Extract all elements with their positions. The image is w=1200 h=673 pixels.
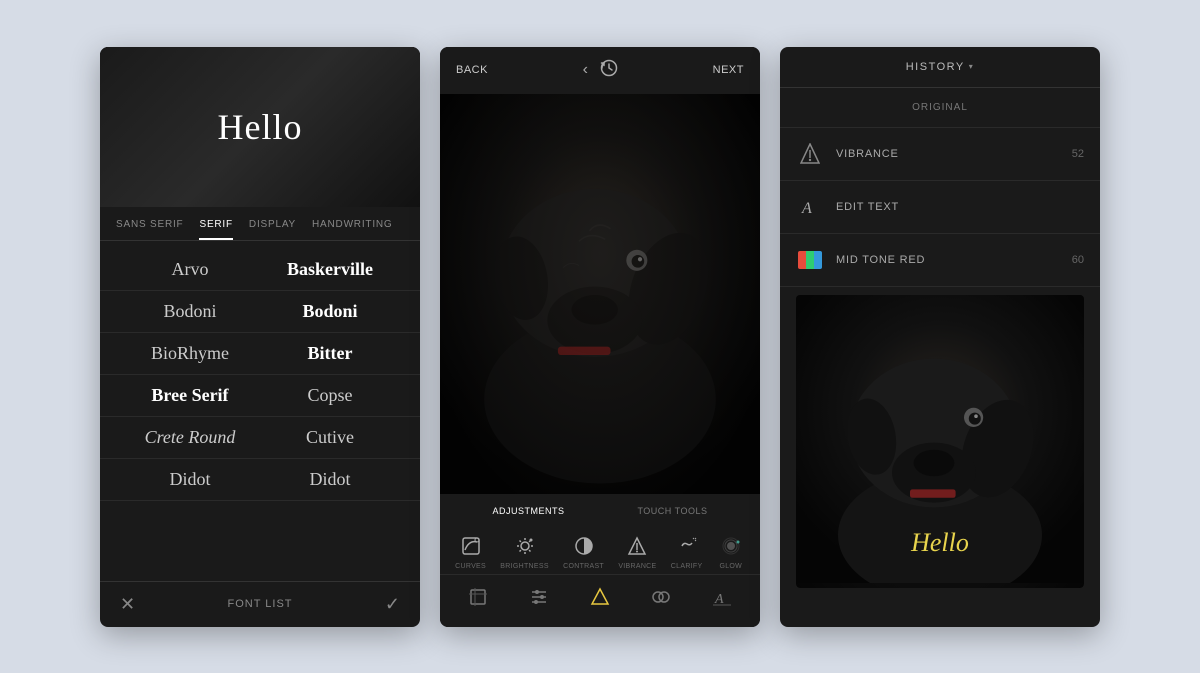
font-row[interactable]: Crete Round Cutive (100, 417, 420, 459)
midtone-name: MID TONE RED (836, 254, 1060, 266)
history-item-vibrance[interactable]: VIBRANCE 52 (780, 128, 1100, 181)
crop-tool[interactable] (464, 583, 492, 611)
contrast-icon (570, 532, 598, 560)
history-item-midtone[interactable]: MID TONE RED 60 (780, 234, 1100, 287)
font-name-cutive[interactable]: Cutive (260, 427, 400, 448)
font-name-baskerville[interactable]: Baskerville (260, 259, 400, 280)
next-button[interactable]: NEXT (713, 64, 744, 76)
adj-tabs: ADJUSTMENTS TOUCH TOOLS (440, 502, 760, 520)
thumbnail-photo: Hello (796, 295, 1084, 588)
clarify-tool[interactable]: CLARIFY (671, 532, 703, 570)
adj-tools: CURVES BRIGHTNESS CONTRAST (440, 524, 760, 574)
font-name-crete[interactable]: Crete Round (120, 427, 260, 448)
font-row[interactable]: Bree Serif Copse (100, 375, 420, 417)
brightness-tool[interactable]: BRIGHTNESS (500, 532, 549, 570)
history-header: HISTORY ▾ (780, 47, 1100, 88)
history-list: ORIGINAL VIBRANCE 52 A (780, 88, 1100, 627)
glow-icon (717, 532, 745, 560)
midtone-color-swatch (798, 251, 822, 269)
font-list: Arvo Baskerville Bodoni Bodoni BioRhyme … (100, 241, 420, 581)
touch-tools-tab[interactable]: TOUCH TOOLS (637, 506, 707, 516)
photo-area (440, 94, 760, 494)
blend-tool[interactable] (647, 583, 675, 611)
adjustments-tab[interactable]: ADJUSTMENTS (492, 506, 564, 516)
font-row[interactable]: BioRhyme Bitter (100, 333, 420, 375)
contrast-label: CONTRAST (563, 563, 604, 570)
curves-icon (457, 532, 485, 560)
adj-secondary-tools: A (440, 574, 760, 619)
edit-text-name: EDIT TEXT (836, 201, 1072, 213)
sliders-tool[interactable] (525, 583, 553, 611)
photo-panel: BACK ‹ NEXT (440, 47, 760, 627)
font-name-copse[interactable]: Copse (260, 385, 400, 406)
glow-label: GLOW (719, 563, 742, 570)
tab-sans-serif[interactable]: SANS SERIF (116, 215, 183, 240)
svg-text:A: A (801, 200, 812, 217)
history-panel: HISTORY ▾ ORIGINAL VIBRANCE 52 (780, 47, 1100, 627)
clarify-label: CLARIFY (671, 563, 703, 570)
original-label: ORIGINAL (912, 102, 968, 113)
close-icon[interactable]: ✕ (120, 594, 135, 615)
font-panel-footer: ✕ FONT LIST ✓ (100, 581, 420, 627)
curves-tool[interactable]: CURVES (455, 532, 486, 570)
vibrance-tool[interactable]: VIBRANCE (618, 532, 656, 570)
midtone-value: 60 (1072, 254, 1084, 266)
history-title-text: HISTORY (906, 61, 965, 73)
rgb-icon (796, 246, 824, 274)
vibrance-value: 52 (1072, 148, 1084, 160)
font-name-didot1[interactable]: Didot (120, 469, 260, 490)
clarify-icon (673, 532, 701, 560)
curves-label: CURVES (455, 563, 486, 570)
dog-photo (440, 94, 760, 494)
dropdown-arrow-icon[interactable]: ▾ (969, 62, 975, 71)
font-name-bree[interactable]: Bree Serif (120, 385, 260, 406)
adjustments-bar: ADJUSTMENTS TOUCH TOOLS CURVES BRIGHTNES… (440, 494, 760, 627)
vibrance-icon (623, 532, 651, 560)
font-name-bodoni2[interactable]: Bodoni (260, 301, 400, 322)
nav-icons: ‹ (583, 59, 618, 82)
brightness-icon (511, 532, 539, 560)
screens-container: Hello SANS SERIF SERIF DISPLAY HANDWRITI… (80, 27, 1120, 647)
hello-preview: Hello (218, 106, 303, 148)
text-a-icon: A (796, 193, 824, 221)
history-thumbnail: Hello (796, 295, 1084, 588)
vibrance-icon (796, 140, 824, 168)
text-tool[interactable]: A (708, 583, 736, 611)
tab-handwriting[interactable]: HANDWRITING (312, 215, 392, 240)
font-name-biorhyme[interactable]: BioRhyme (120, 343, 260, 364)
photo-overlay (440, 94, 760, 494)
history-item-edit-text[interactable]: A EDIT TEXT (780, 181, 1100, 234)
tab-display[interactable]: DISPLAY (249, 215, 296, 240)
font-panel: Hello SANS SERIF SERIF DISPLAY HANDWRITI… (100, 47, 420, 627)
history-icon[interactable] (600, 59, 618, 82)
thumbnail-hello-text: Hello (911, 528, 969, 558)
check-icon[interactable]: ✓ (385, 594, 400, 615)
chevron-left-icon[interactable]: ‹ (583, 61, 588, 79)
photo-header: BACK ‹ NEXT (440, 47, 760, 94)
font-name-arvo[interactable]: Arvo (120, 259, 260, 280)
font-tabs: SANS SERIF SERIF DISPLAY HANDWRITING (100, 207, 420, 241)
brightness-label: BRIGHTNESS (500, 563, 549, 570)
vibrance-label: VIBRANCE (618, 563, 656, 570)
back-button[interactable]: BACK (456, 64, 488, 76)
font-row[interactable]: Bodoni Bodoni (100, 291, 420, 333)
contrast-tool[interactable]: CONTRAST (563, 532, 604, 570)
font-list-label: FONT LIST (227, 598, 292, 610)
font-name-didot2[interactable]: Didot (260, 469, 400, 490)
font-name-bodoni1[interactable]: Bodoni (120, 301, 260, 322)
font-panel-header: Hello (100, 47, 420, 207)
glow-tool[interactable]: GLOW (717, 532, 745, 570)
history-item-original[interactable]: ORIGINAL (780, 88, 1100, 128)
font-name-bitter[interactable]: Bitter (260, 343, 400, 364)
tab-serif[interactable]: SERIF (199, 215, 232, 240)
font-row[interactable]: Didot Didot (100, 459, 420, 501)
vibrance-name: VIBRANCE (836, 148, 1060, 160)
font-row[interactable]: Arvo Baskerville (100, 249, 420, 291)
history-title: HISTORY ▾ (906, 61, 975, 73)
triangle-tool[interactable] (586, 583, 614, 611)
